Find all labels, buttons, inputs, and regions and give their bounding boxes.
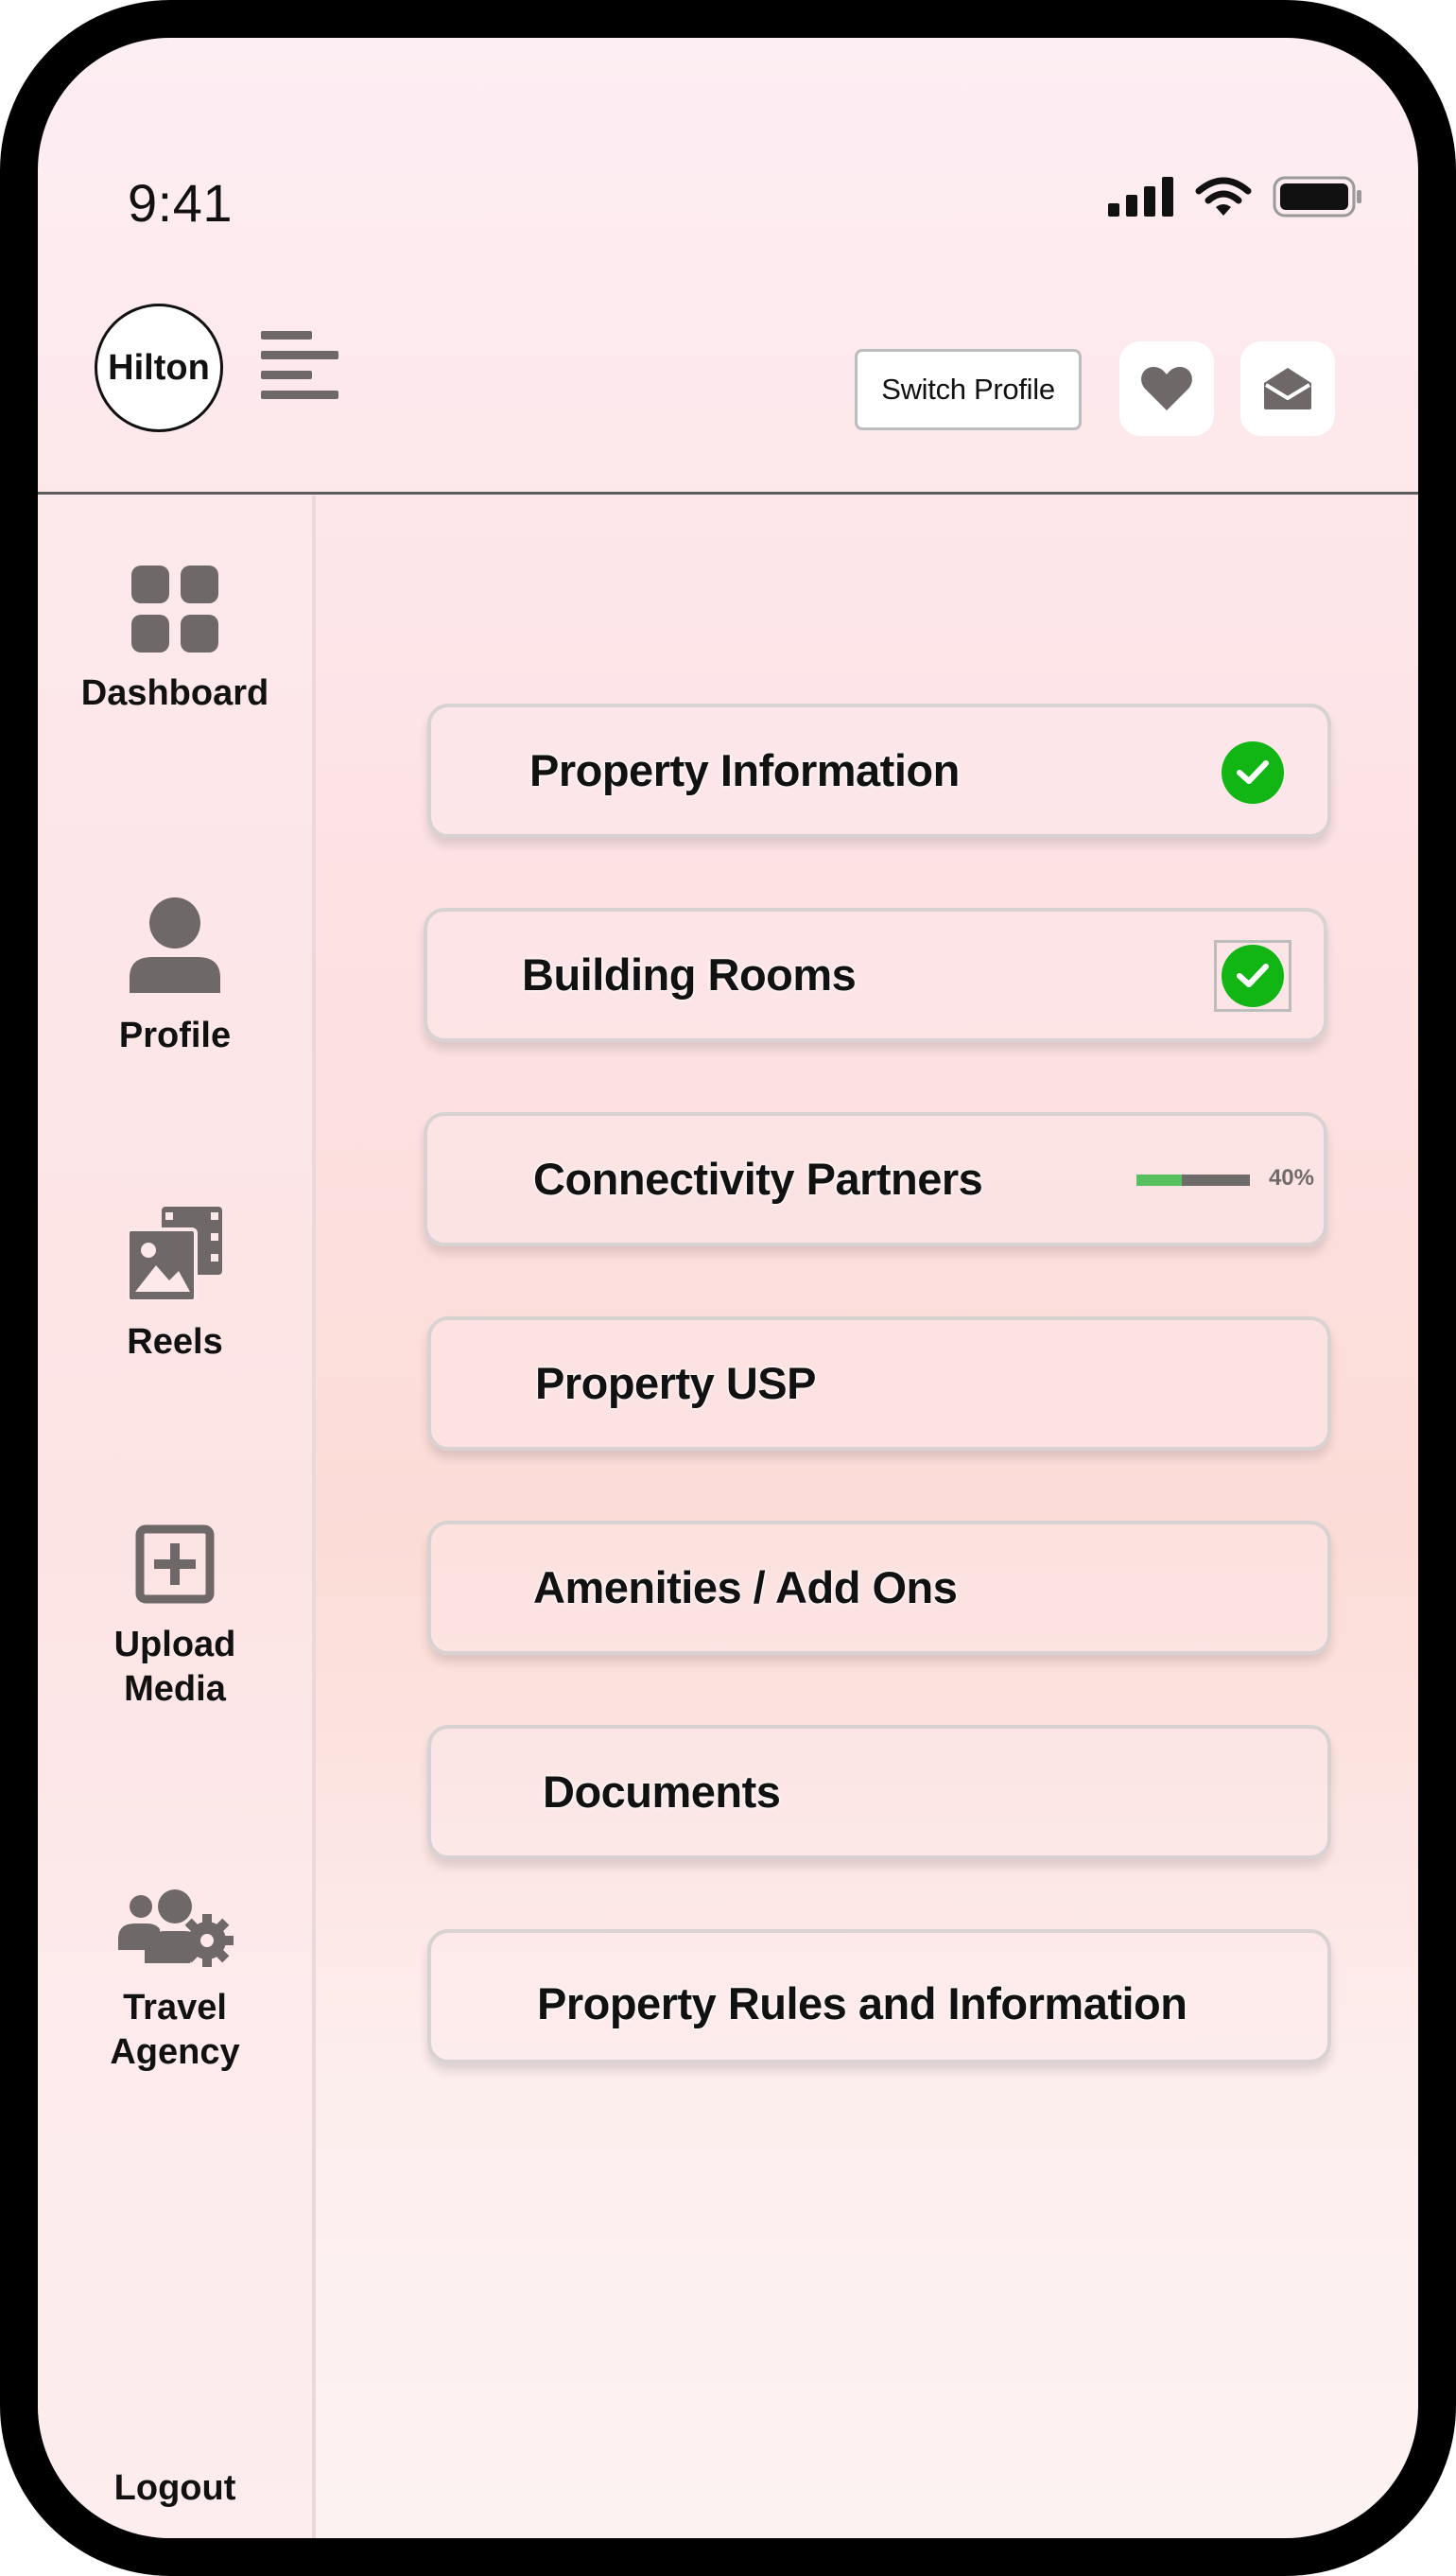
section-card-property-usp[interactable]: Property USP (427, 1316, 1331, 1451)
sidebar-item-label: Travel Agency (110, 1988, 240, 2072)
sidebar-item-label: Upload Media (113, 1625, 236, 1709)
section-card-building-rooms[interactable]: Building Rooms (424, 908, 1327, 1042)
header-divider (38, 492, 1418, 495)
progress-percent: 40% (1268, 1165, 1314, 1191)
user-icon (130, 897, 220, 993)
sidebar-item-travel-agency[interactable]: Travel Agency (38, 1888, 312, 2075)
hotel-logo[interactable]: Hilton (95, 304, 223, 432)
inbox-button[interactable] (1240, 341, 1335, 436)
section-card-label: Connectivity Partners (533, 1154, 983, 1204)
heart-icon (1141, 367, 1192, 410)
section-card-connectivity-partners[interactable]: Connectivity Partners 40% (424, 1112, 1327, 1246)
reels-gallery-icon (128, 1207, 222, 1301)
status-icons (1108, 176, 1363, 218)
complete-check-icon (1222, 741, 1284, 804)
section-card-label: Amenities / Add Ons (533, 1562, 958, 1612)
progress-bar (1136, 1175, 1250, 1186)
wifi-icon (1195, 177, 1252, 216)
dashboard-grid-icon (131, 566, 218, 653)
sidebar-item-profile[interactable]: Profile (38, 896, 312, 1058)
section-card-label: Property Information (529, 745, 960, 795)
app-screen: 9:41 Hilton Switch Profile Dashboard Pro… (38, 38, 1418, 2538)
logout-button[interactable]: Logout (38, 2468, 312, 2509)
sidebar-item-upload-media[interactable]: Upload Media (38, 1524, 312, 1712)
complete-check-icon (1214, 940, 1291, 1012)
section-card-label: Building Rooms (522, 949, 857, 1000)
section-card-property-rules[interactable]: Property Rules and Information (427, 1929, 1331, 2063)
section-card-label: Property Rules and Information (537, 1978, 1187, 2028)
section-card-label: Property USP (535, 1358, 816, 1408)
phone-frame: 9:41 Hilton Switch Profile Dashboard Pro… (0, 0, 1456, 2576)
section-card-label: Documents (543, 1767, 781, 1817)
progress-bar-fill (1136, 1175, 1182, 1186)
sidebar-item-reels[interactable]: Reels (38, 1207, 312, 1365)
battery-icon (1273, 176, 1361, 218)
signal-icon (1108, 177, 1173, 217)
switch-profile-button[interactable]: Switch Profile (855, 349, 1082, 430)
sidebar-item-dashboard[interactable]: Dashboard (38, 566, 312, 716)
sidebar-item-label: Reels (127, 1322, 223, 1362)
section-card-amenities[interactable]: Amenities / Add Ons (427, 1521, 1331, 1655)
section-card-documents[interactable]: Documents (427, 1725, 1331, 1859)
status-time: 9:41 (128, 173, 233, 233)
section-card-property-information[interactable]: Property Information (427, 704, 1331, 838)
users-gear-icon (118, 1889, 234, 1967)
menu-icon[interactable] (261, 331, 338, 399)
envelope-open-icon (1264, 368, 1311, 409)
sidebar (38, 496, 316, 2538)
sidebar-item-label: Dashboard (80, 673, 269, 713)
plus-square-icon (135, 1524, 215, 1604)
sidebar-item-label: Profile (118, 1016, 232, 1055)
favorites-button[interactable] (1119, 341, 1214, 436)
